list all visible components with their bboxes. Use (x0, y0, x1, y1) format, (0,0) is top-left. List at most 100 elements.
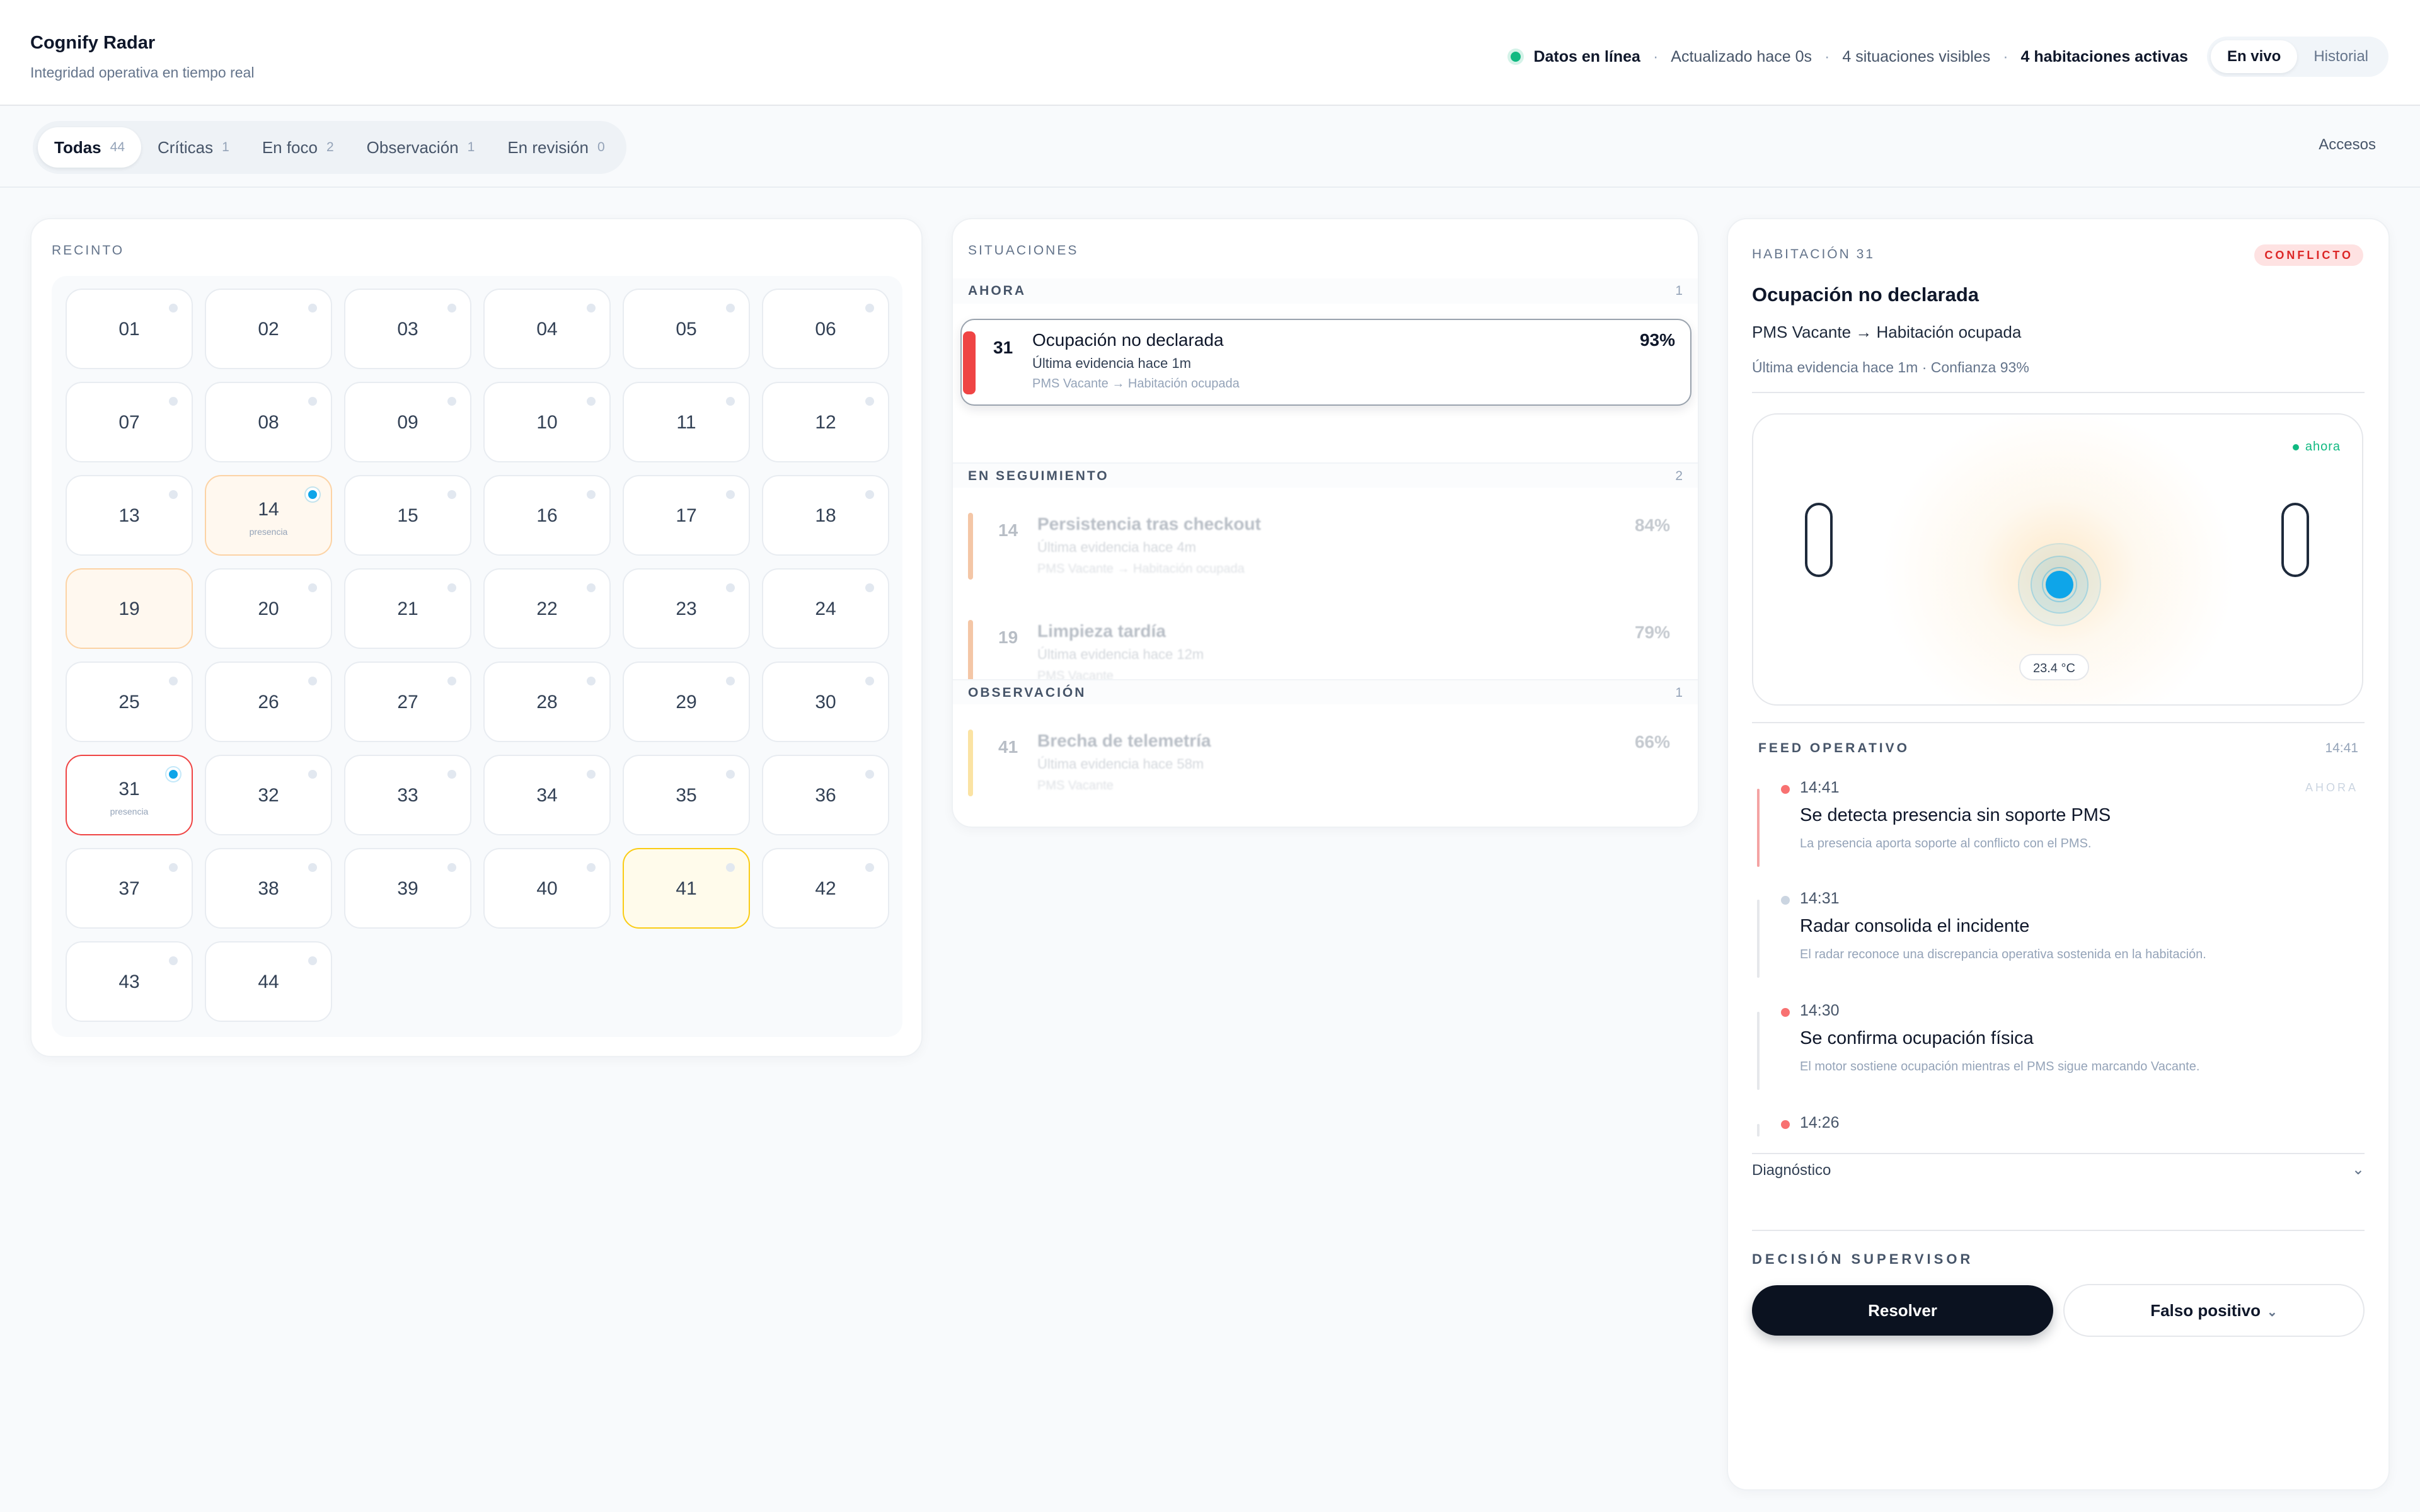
room-tile-19[interactable]: 19 (66, 568, 193, 649)
temperature-readout: 23.4 °C (2019, 654, 2089, 680)
room-number: 20 (258, 598, 279, 619)
timeline-rail (1757, 789, 1760, 867)
room-tile-17[interactable]: 17 (623, 475, 750, 556)
situation-title: Ocupación no declarada (1032, 330, 1224, 350)
room-tile-33[interactable]: 33 (344, 755, 471, 835)
supervisor-decision-label: DECISIÓN SUPERVISOR (1752, 1251, 1974, 1267)
room-number: 30 (815, 692, 836, 713)
room-number: 27 (397, 692, 418, 713)
situation-card-31[interactable]: 31 Ocupación no declarada Última evidencia… (960, 319, 1691, 406)
situation-card-14[interactable]: 14 Persistencia tras checkout Última evide… (960, 501, 1691, 596)
situation-confidence: 84% (1634, 515, 1670, 535)
live-view-button[interactable]: En vivo (2210, 40, 2298, 73)
situation-card-41[interactable]: 41 Brecha de telemetría Última evidencia h… (960, 718, 1691, 813)
access-link[interactable]: Accesos (2319, 136, 2376, 154)
room-tile-09[interactable]: 09 (344, 382, 471, 462)
room-number: 39 (397, 878, 418, 899)
room-status: presencia (249, 527, 288, 537)
room-number: 12 (815, 412, 836, 433)
room-tile-31[interactable]: 31 presencia (66, 755, 193, 835)
room-tile-44[interactable]: 44 (205, 941, 332, 1022)
room-tile-04[interactable]: 04 (483, 289, 611, 369)
conflict-badge: CONFLICTO (2254, 244, 2363, 266)
sensor-dot-icon (308, 304, 317, 312)
history-view-button[interactable]: Historial (2297, 40, 2385, 73)
online-status-dot-icon (1511, 52, 1521, 62)
sensor-dot-icon (308, 397, 317, 406)
room-number: 36 (815, 785, 836, 806)
room-number: 22 (536, 598, 558, 619)
room-tile-25[interactable]: 25 (66, 662, 193, 742)
room-tile-37[interactable]: 37 (66, 848, 193, 929)
room-tile-40[interactable]: 40 (483, 848, 611, 929)
room-tile-01[interactable]: 01 (66, 289, 193, 369)
severity-bar (968, 513, 973, 580)
room-tile-42[interactable]: 42 (762, 848, 889, 929)
tab-en-revision[interactable]: En revisión 0 (491, 127, 621, 168)
room-grid: 01 02 03 04 05 06 07 08 09 10 11 12 13 14 presencia 15 1… (52, 276, 902, 1037)
room-tile-10[interactable]: 10 (483, 382, 611, 462)
separator: · (2003, 47, 2008, 66)
room-tile-03[interactable]: 03 (344, 289, 471, 369)
room-tile-13[interactable]: 13 (66, 475, 193, 556)
false-positive-button[interactable]: Falso positivo ⌄ (2063, 1284, 2365, 1337)
room-tile-21[interactable]: 21 (344, 568, 471, 649)
room-tile-26[interactable]: 26 (205, 662, 332, 742)
room-tile-43[interactable]: 43 (66, 941, 193, 1022)
radar-view: ahora 23.4 °C (1752, 413, 2363, 706)
room-tile-08[interactable]: 08 (205, 382, 332, 462)
live-label: ahora (2305, 440, 2341, 454)
room-number: 03 (397, 319, 418, 340)
room-tile-15[interactable]: 15 (344, 475, 471, 556)
room-tile-24[interactable]: 24 (762, 568, 889, 649)
room-tile-18[interactable]: 18 (762, 475, 889, 556)
sensor-dot-icon (726, 583, 735, 592)
timeline-dot-icon (1781, 1008, 1790, 1017)
feed-time: 14:41 (2325, 741, 2358, 755)
room-tile-32[interactable]: 32 (205, 755, 332, 835)
diagnostic-toggle[interactable]: Diagnóstico ⌄ (1752, 1154, 2365, 1192)
recinto-panel: RECINTO 01 02 03 04 05 06 07 08 09 10 11 12 13 14 pres… (30, 218, 923, 1057)
separator: · (1652, 47, 1659, 66)
resolve-button[interactable]: Resolver (1752, 1285, 2053, 1336)
room-tile-35[interactable]: 35 (623, 755, 750, 835)
room-tile-02[interactable]: 02 (205, 289, 332, 369)
room-tile-14[interactable]: 14 presencia (205, 475, 332, 556)
room-tile-34[interactable]: 34 (483, 755, 611, 835)
feed-time: 14:31 (1800, 890, 1840, 907)
divider (1752, 392, 2365, 393)
room-tile-20[interactable]: 20 (205, 568, 332, 649)
room-number: 26 (258, 692, 279, 713)
room-tile-11[interactable]: 11 (623, 382, 750, 462)
room-tile-07[interactable]: 07 (66, 382, 193, 462)
sensor-dot-icon (726, 863, 735, 872)
tab-todas[interactable]: Todas 44 (38, 127, 141, 168)
room-tile-29[interactable]: 29 (623, 662, 750, 742)
room-tile-16[interactable]: 16 (483, 475, 611, 556)
app-subtitle: Integridad operativa en tiempo real (30, 64, 255, 81)
room-tile-38[interactable]: 38 (205, 848, 332, 929)
room-tile-41[interactable]: 41 (623, 848, 750, 929)
room-tile-05[interactable]: 05 (623, 289, 750, 369)
divider (1752, 722, 2365, 723)
room-tile-23[interactable]: 23 (623, 568, 750, 649)
room-tile-27[interactable]: 27 (344, 662, 471, 742)
situation-confidence: 93% (1639, 330, 1675, 350)
severity-bar (968, 620, 973, 687)
room-tile-06[interactable]: 06 (762, 289, 889, 369)
room-tile-28[interactable]: 28 (483, 662, 611, 742)
situation-room-number: 41 (998, 737, 1018, 757)
active-rooms: 4 habitaciones activas (2020, 47, 2188, 66)
room-tile-30[interactable]: 30 (762, 662, 889, 742)
room-tile-12[interactable]: 12 (762, 382, 889, 462)
room-tile-39[interactable]: 39 (344, 848, 471, 929)
feed-item: 14:30 Se confirma ocupación física El moto… (1757, 1002, 2362, 1096)
situation-confidence: 66% (1634, 732, 1670, 752)
tab-criticas[interactable]: Críticas 1 (141, 127, 246, 168)
room-tile-36[interactable]: 36 (762, 755, 889, 835)
tab-observacion[interactable]: Observación 1 (350, 127, 492, 168)
room-tile-22[interactable]: 22 (483, 568, 611, 649)
tab-en-foco[interactable]: En foco 2 (246, 127, 350, 168)
situation-room-number: 14 (998, 520, 1018, 540)
filter-tabs: Todas 44 Críticas 1 En foco 2 Observación 1 En r… (33, 121, 626, 174)
